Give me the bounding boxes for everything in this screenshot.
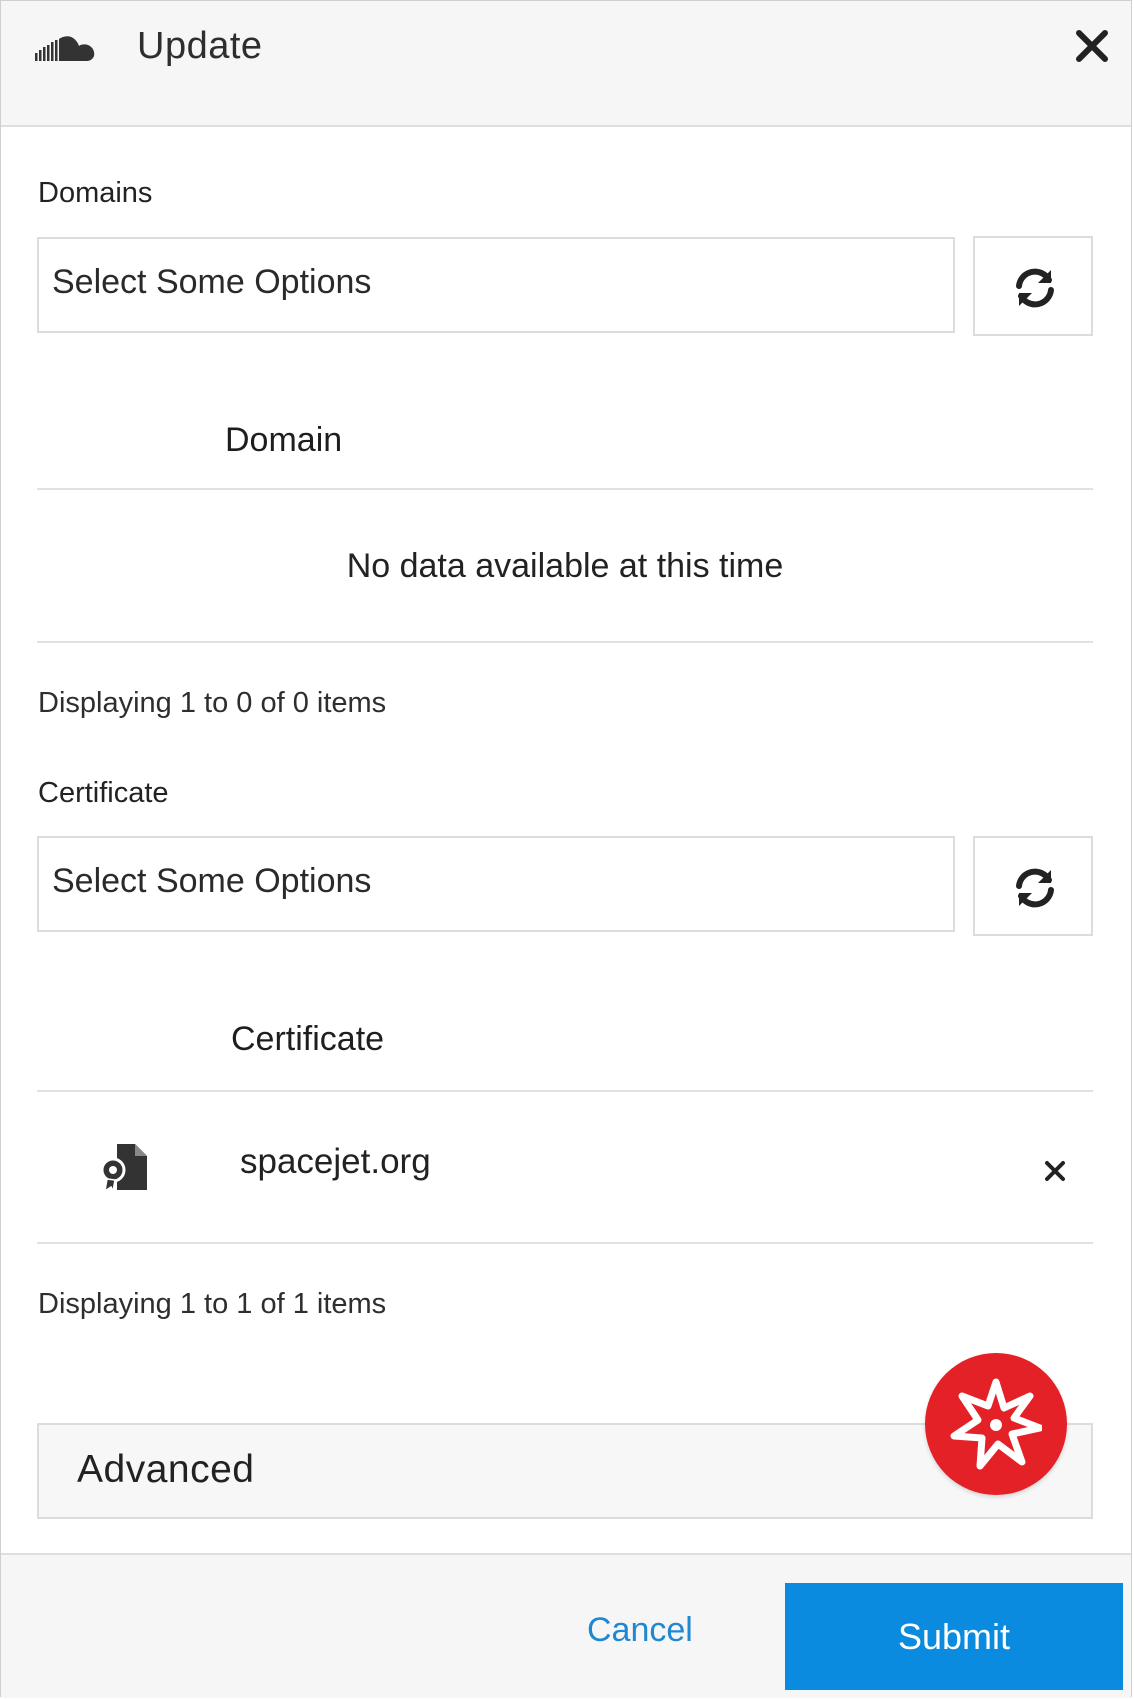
remove-icon[interactable] <box>1043 1159 1067 1188</box>
help-assistant-button[interactable] <box>925 1353 1067 1495</box>
cloud-icon <box>35 35 99 68</box>
domains-label: Domains <box>38 177 153 209</box>
dialog-header: Update <box>1 1 1131 127</box>
certificate-item-count: Displaying 1 to 1 of 1 items <box>38 1288 387 1320</box>
dialog-footer: Cancel Submit <box>1 1553 1131 1698</box>
divider <box>37 488 1093 490</box>
certificate-name: spacejet.org <box>240 1142 431 1181</box>
domain-column-header[interactable]: Domain <box>225 421 342 460</box>
close-icon[interactable] <box>1075 29 1109 68</box>
divider <box>37 641 1093 643</box>
domains-item-count: Displaying 1 to 0 of 0 items <box>38 687 387 719</box>
domains-refresh-button[interactable] <box>973 236 1093 336</box>
domains-select[interactable]: Select Some Options <box>37 237 955 333</box>
submit-button[interactable]: Submit <box>785 1583 1123 1690</box>
table-row: spacejet.org <box>37 1092 1093 1242</box>
certificate-label: Certificate <box>38 777 169 809</box>
divider <box>37 1242 1093 1244</box>
cancel-button[interactable]: Cancel <box>587 1611 693 1650</box>
certificate-refresh-button[interactable] <box>973 836 1093 936</box>
domains-empty-message: No data available at this time <box>346 547 784 585</box>
advanced-label: Advanced <box>77 1448 255 1491</box>
certificate-select-placeholder: Select Some Options <box>52 862 372 900</box>
certificate-select[interactable]: Select Some Options <box>37 836 955 932</box>
certificate-file-icon <box>99 1142 149 1197</box>
domains-select-placeholder: Select Some Options <box>52 263 372 301</box>
update-dialog: Update Domains Select Some Options Domai… <box>0 0 1132 1698</box>
certificate-column-header[interactable]: Certificate <box>231 1020 384 1059</box>
dialog-title: Update <box>137 25 263 67</box>
